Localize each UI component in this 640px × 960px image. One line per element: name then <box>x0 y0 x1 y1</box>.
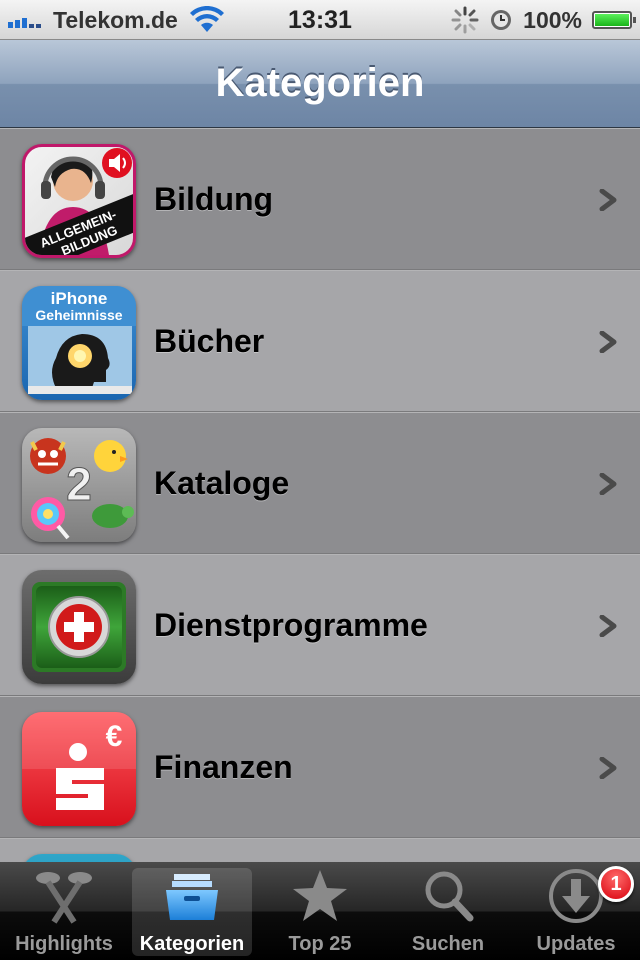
battery-percent: 100% <box>523 6 582 33</box>
allgemeinbildung-app-icon: ALLGEMEIN- BILDUNG <box>22 144 136 258</box>
tab-label: Updates <box>536 933 616 955</box>
sparkasse-app-icon: € <box>22 712 136 826</box>
category-row-finanzen[interactable]: € Finanzen <box>0 696 640 838</box>
partial-app-icon <box>22 854 136 862</box>
download-icon <box>549 869 603 923</box>
page-title: Kategorien <box>215 61 425 105</box>
chevron-right-icon <box>599 331 617 353</box>
star-icon <box>293 870 347 921</box>
tab-updates[interactable]: 1 Updates <box>512 862 640 960</box>
navigation-bar: Kategorien <box>0 40 640 128</box>
tab-highlights[interactable]: Highlights <box>0 862 128 960</box>
icon-text-line-1: 2 <box>66 458 92 510</box>
kategorien-icon <box>166 874 218 920</box>
tab-bar: Highlights Kategorien Top 25 Suchen 1 Up… <box>0 862 640 960</box>
euro-symbol: € <box>106 720 123 753</box>
emoji-2-app-icon: 2 <box>22 428 136 542</box>
category-label: Finanzen <box>154 749 293 785</box>
battery-icon <box>592 11 636 29</box>
tab-suchen[interactable]: Suchen <box>384 862 512 960</box>
category-label: Dienstprogramme <box>154 607 428 643</box>
chevron-right-icon <box>599 189 617 211</box>
status-bar: Telekom.de 13:31 100% <box>0 0 640 40</box>
tab-label: Suchen <box>411 933 485 955</box>
tab-label: Kategorien <box>139 933 245 955</box>
category-row-kataloge[interactable]: 2 Kataloge <box>0 412 640 554</box>
category-row-buecher[interactable]: iPhone Geheimnisse Bücher <box>0 270 640 412</box>
category-label: Bildung <box>154 181 274 217</box>
chevron-right-icon <box>599 757 617 779</box>
activity-spinner-icon <box>451 6 479 34</box>
tab-label: Highlights <box>15 933 113 955</box>
search-icon <box>425 871 474 922</box>
status-right: 100% <box>451 0 636 40</box>
category-row-dienstprogramme[interactable]: Dienstprogramme <box>0 554 640 696</box>
tab-label: Top 25 <box>288 933 352 955</box>
updates-badge: 1 <box>598 866 634 902</box>
icon-text-line-2: Geheimnisse <box>35 307 122 323</box>
alarm-clock-icon <box>491 10 512 30</box>
battery-doctor-app-icon <box>22 570 136 684</box>
tab-kategorien[interactable]: Kategorien <box>128 862 256 960</box>
category-row-partial[interactable] <box>0 838 640 862</box>
chevron-right-icon <box>599 615 617 637</box>
tab-top-25[interactable]: Top 25 <box>256 862 384 960</box>
highlights-icon <box>36 872 92 924</box>
iphone-geheimnisse-app-icon: iPhone Geheimnisse <box>22 286 136 400</box>
category-list[interactable]: ALLGEMEIN- BILDUNG Bildung iPhone Geheim… <box>0 128 640 862</box>
category-row-bildung[interactable]: ALLGEMEIN- BILDUNG Bildung <box>0 128 640 270</box>
icon-text-line-1: iPhone <box>51 289 108 308</box>
chevron-right-icon <box>599 473 617 495</box>
category-label: Kataloge <box>154 465 290 501</box>
category-label: Bücher <box>154 323 265 359</box>
